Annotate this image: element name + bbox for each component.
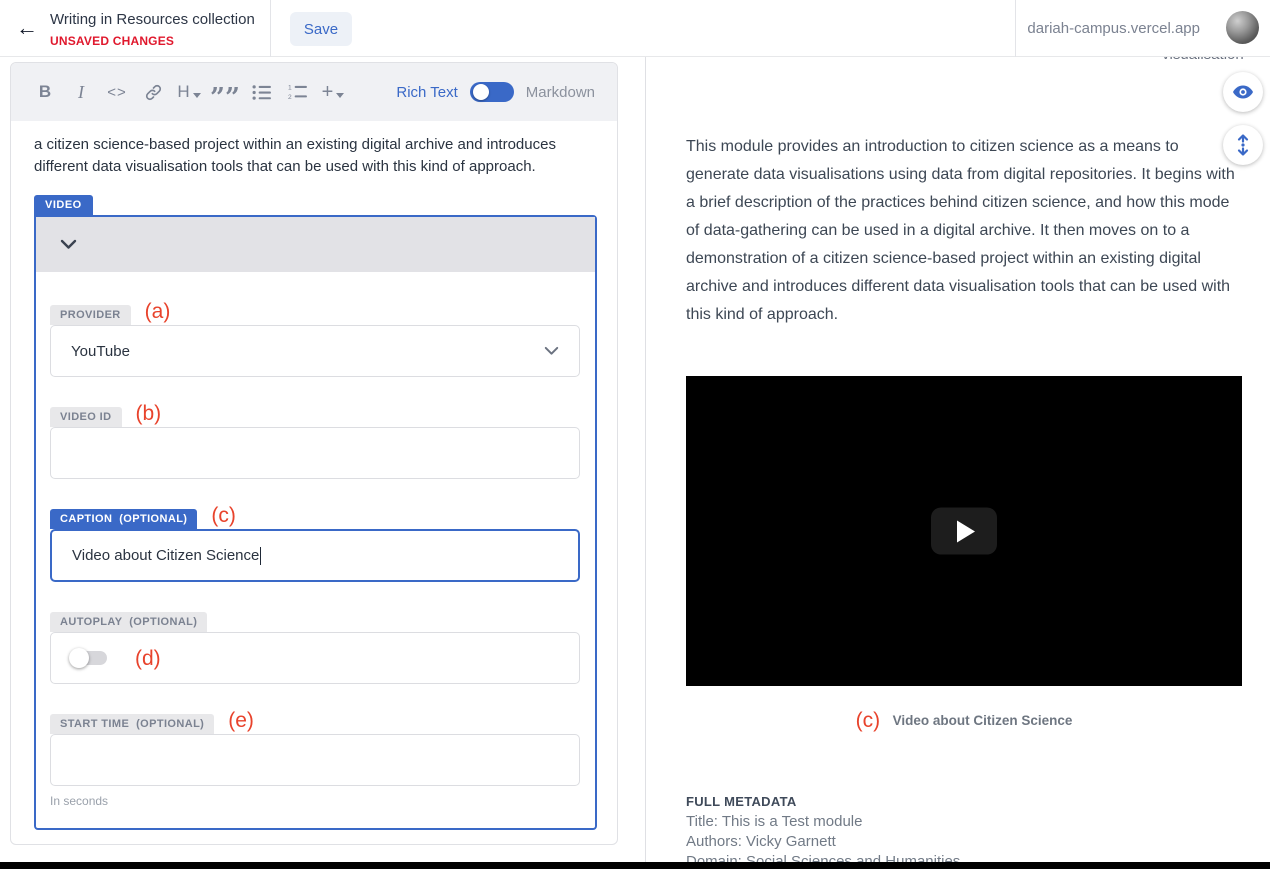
autoplay-toggle[interactable] (71, 648, 109, 668)
italic-icon: I (78, 82, 84, 103)
page-title: Writing in Resources collection (50, 11, 255, 28)
chevron-down-icon (60, 239, 77, 250)
bold-icon: B (39, 82, 51, 102)
annotation-a: (a) (145, 301, 171, 322)
avatar[interactable] (1226, 11, 1259, 44)
start-time-field: START TIME (OPTIONAL) (e) In seconds (50, 707, 581, 808)
provider-select[interactable]: YouTube (50, 325, 580, 377)
code-icon: <> (107, 84, 127, 101)
full-metadata-heading: FULL METADATA (686, 794, 1242, 809)
unsaved-changes-status: UNSAVED CHANGES (50, 34, 174, 48)
video-block: PROVIDER (a) YouTube VIDEO ID (34, 215, 597, 830)
eye-icon (1231, 80, 1255, 104)
video-id-label: VIDEO ID (50, 407, 122, 427)
bullet-list-button[interactable] (243, 74, 279, 110)
bold-button[interactable]: B (27, 74, 63, 110)
chevron-down-icon (336, 93, 344, 98)
topbar: ← Writing in Resources collection UNSAVE… (0, 0, 1270, 57)
annotation-b: (b) (136, 403, 162, 424)
caption-label: CAPTION (OPTIONAL) (50, 509, 197, 529)
preview-paragraph: This module provides an introduction to … (686, 133, 1242, 329)
annotation-c-preview: (c) (856, 709, 881, 732)
rich-text-label[interactable]: Rich Text (396, 84, 457, 101)
link-icon (144, 83, 163, 102)
scroll-sync-button[interactable] (1223, 125, 1263, 165)
svg-text:1: 1 (288, 84, 292, 91)
autoplay-label: AUTOPLAY (OPTIONAL) (50, 612, 207, 632)
back-arrow-icon[interactable]: ← (16, 17, 38, 39)
start-time-hint: In seconds (50, 794, 581, 808)
toggle-knob (473, 84, 489, 100)
video-id-field: VIDEO ID (b) (50, 400, 581, 479)
video-block-collapse-header[interactable] (36, 217, 595, 272)
provider-value: YouTube (71, 343, 130, 360)
video-block-tab: VIDEO (34, 195, 93, 215)
editor-panel: B I <> H ”” 1 2 (10, 62, 618, 845)
video-player[interactable] (686, 376, 1242, 686)
caption-input[interactable]: Video about Citizen Science (50, 529, 580, 582)
video-caption-row: (c) Video about Citizen Science (686, 708, 1242, 730)
play-button[interactable] (931, 508, 997, 555)
bullet-list-icon (252, 84, 271, 101)
bottom-bar (0, 862, 1270, 869)
screen: ← Writing in Resources collection UNSAVE… (0, 0, 1270, 869)
text-cursor (260, 547, 261, 565)
plus-icon: + (322, 81, 334, 104)
autoplay-control: (d) (50, 632, 580, 684)
preview-visibility-button[interactable] (1223, 72, 1263, 112)
editor-mode-switch: Rich Text Markdown (396, 82, 601, 102)
topbar-divider (270, 0, 271, 57)
add-block-button[interactable]: + (315, 74, 351, 110)
caption-field: CAPTION (OPTIONAL) (c) Video about Citiz… (50, 502, 581, 582)
heading-button[interactable]: H (171, 74, 207, 110)
start-time-input[interactable] (50, 734, 580, 786)
autoplay-field: AUTOPLAY (OPTIONAL) (d) (50, 605, 581, 684)
numbered-list-icon: 1 2 (288, 84, 307, 101)
metadata-domain: Domain: Social Sciences and Humanities (686, 855, 1242, 862)
rich-markdown-toggle[interactable] (470, 82, 514, 102)
preview-panel: visualisation This module provides an in… (646, 57, 1270, 862)
provider-label: PROVIDER (50, 305, 131, 325)
link-button[interactable] (135, 74, 171, 110)
editor-paragraph[interactable]: a citizen science-based project within a… (34, 134, 594, 178)
markdown-label[interactable]: Markdown (526, 84, 595, 101)
save-button[interactable]: Save (290, 12, 352, 46)
quote-button[interactable]: ”” (207, 74, 243, 110)
video-caption: Video about Citizen Science (893, 713, 1073, 728)
editor-toolbar: B I <> H ”” 1 2 (11, 63, 617, 121)
play-icon (957, 520, 975, 542)
metadata-authors: Authors: Vicky Garnett (686, 835, 1242, 849)
caption-value: Video about Citizen Science (72, 547, 259, 564)
video-block-body: PROVIDER (a) YouTube VIDEO ID (36, 272, 595, 828)
code-button[interactable]: <> (99, 74, 135, 110)
annotation-e: (e) (228, 710, 254, 731)
topbar-divider (1015, 0, 1016, 57)
annotation-d: (d) (135, 648, 161, 669)
metadata-title: Title: This is a Test module (686, 815, 1242, 829)
heading-icon: H (177, 82, 189, 102)
svg-text:2: 2 (288, 94, 292, 101)
annotation-c: (c) (211, 505, 236, 526)
numbered-list-button[interactable]: 1 2 (279, 74, 315, 110)
italic-button[interactable]: I (63, 74, 99, 110)
quote-icon: ”” (210, 93, 240, 103)
chevron-down-icon (193, 93, 201, 98)
site-label: dariah-campus.vercel.app (1027, 20, 1200, 37)
preview-content: This module provides an introduction to … (686, 57, 1242, 862)
editor-body[interactable]: a citizen science-based project within a… (11, 121, 617, 830)
start-time-label: START TIME (OPTIONAL) (50, 714, 214, 734)
chevron-down-icon (544, 346, 559, 356)
toggle-knob (69, 648, 89, 668)
provider-field: PROVIDER (a) YouTube (50, 298, 581, 377)
video-id-input[interactable] (50, 427, 580, 479)
vertical-arrows-icon (1231, 133, 1255, 157)
